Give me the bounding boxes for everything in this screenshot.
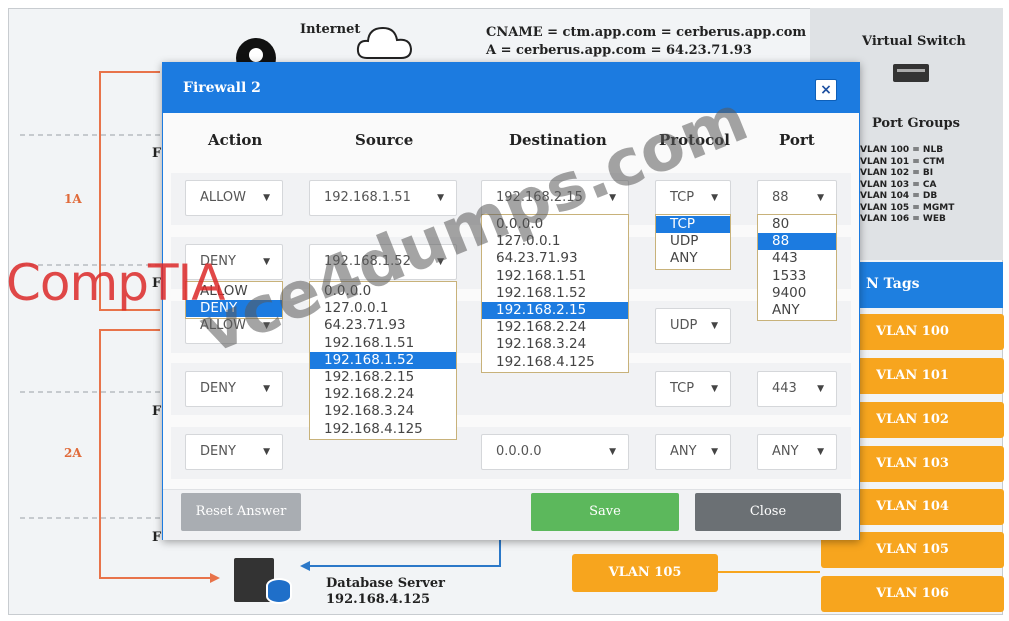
dropdown-option-selected[interactable]: TCP — [656, 216, 730, 234]
select-value: DENY — [200, 444, 236, 459]
firewall-label: F — [152, 404, 162, 419]
dropdown-option[interactable]: 192.168.1.51 — [310, 335, 456, 352]
database-server-label: Database Server 192.168.4.125 — [326, 576, 445, 608]
caret-down-icon: ▼ — [711, 321, 718, 331]
caret-down-icon: ▼ — [263, 447, 270, 457]
port-groups-list: VLAN 100 = NLB VLAN 101 = CTM VLAN 102 =… — [860, 145, 954, 226]
dialog-close-button[interactable]: × — [815, 79, 837, 101]
dialog-header: Firewall 2 × — [163, 63, 859, 113]
port-group-item: VLAN 106 = WEB — [860, 214, 946, 224]
select-value: DENY — [200, 381, 236, 396]
dropdown-option-selected[interactable]: 88 — [758, 233, 836, 251]
protocol-select[interactable]: TCP ▼ — [655, 371, 731, 407]
dialog-title: Firewall 2 — [183, 80, 261, 96]
port-select[interactable]: 88 ▼ — [757, 180, 837, 216]
select-value: UDP — [670, 318, 698, 333]
vlan-tag-assigned[interactable]: VLAN 105 — [572, 554, 718, 592]
firewall-label: F — [152, 530, 162, 545]
caret-down-icon: ▼ — [817, 447, 824, 457]
port-dropdown-list: 80 88 443 1533 9400 ANY — [757, 214, 837, 322]
dropdown-option[interactable]: 192.168.1.52 — [482, 285, 628, 302]
select-value: TCP — [670, 381, 695, 396]
dropdown-option[interactable]: UDP — [656, 233, 730, 250]
dropdown-option[interactable]: 192.168.1.51 — [482, 268, 628, 285]
port-select[interactable]: ANY ▼ — [757, 434, 837, 470]
save-button[interactable]: Save — [531, 493, 679, 531]
select-value: 443 — [772, 381, 797, 396]
virtual-switch-title: Virtual Switch — [862, 34, 966, 49]
dns-records: CNAME = ctm.app.com = cerberus.app.com A… — [486, 24, 806, 60]
caret-down-icon: ▼ — [609, 447, 616, 457]
dropdown-option[interactable]: 192.168.2.24 — [482, 319, 628, 336]
caret-down-icon: ▼ — [711, 447, 718, 457]
dropdown-option[interactable]: 1533 — [758, 268, 836, 285]
port-group-item: VLAN 103 = CA — [860, 179, 937, 190]
port-group-item: VLAN 101 = CTM — [860, 156, 945, 167]
caret-down-icon: ▼ — [711, 384, 718, 394]
dns-a-record: A = cerberus.app.com = 64.23.71.93 — [486, 43, 752, 58]
database-icon — [266, 578, 292, 604]
internet-label: Internet — [300, 22, 361, 37]
port-group-item: VLAN 105 = MGMT — [860, 202, 955, 213]
dropdown-option[interactable]: ANY — [758, 302, 836, 319]
database-server-ip: 192.168.4.125 — [326, 592, 431, 607]
caret-down-icon: ▼ — [263, 384, 270, 394]
caret-down-icon: ▼ — [711, 193, 718, 203]
database-server-name: Database Server — [326, 576, 445, 591]
action-select[interactable]: ALLOW ▼ — [185, 180, 283, 216]
firewall-label: F — [152, 146, 162, 161]
dns-cname: CNAME = ctm.app.com = cerberus.app.com — [486, 25, 807, 40]
dropdown-option[interactable]: ANY — [656, 250, 730, 267]
switch-icon — [893, 64, 929, 82]
dropdown-option[interactable]: 9400 — [758, 285, 836, 302]
reset-answer-button[interactable]: Reset Answer — [181, 493, 301, 531]
dropdown-option[interactable]: 192.168.2.24 — [310, 386, 456, 403]
dropdown-option[interactable]: 192.168.3.24 — [310, 403, 456, 420]
protocol-select[interactable]: ANY ▼ — [655, 434, 731, 470]
protocol-dropdown-list: TCP UDP ANY — [655, 214, 731, 270]
select-value: ALLOW — [200, 190, 247, 205]
port-group-item: VLAN 104 = DB — [860, 191, 938, 201]
select-value: ANY — [670, 444, 697, 459]
cloud-icon — [356, 26, 413, 59]
caret-down-icon: ▼ — [263, 193, 270, 203]
action-select[interactable]: DENY ▼ — [185, 434, 283, 470]
vlan-tags-header: N Tags — [856, 262, 1003, 308]
vlan-tag-106[interactable]: VLAN 106 — [821, 576, 1004, 612]
dropdown-option[interactable]: 192.168.3.24 — [482, 336, 628, 353]
port-groups-title: Port Groups — [872, 116, 960, 131]
port-group-item: VLAN 102 = BI — [860, 168, 934, 178]
dropdown-option[interactable]: 192.168.4.125 — [482, 354, 628, 371]
label-1a: 1A — [64, 192, 82, 206]
column-header-port: Port — [779, 131, 815, 149]
dropdown-option[interactable]: 192.168.2.15 — [310, 369, 456, 386]
caret-down-icon: ▼ — [817, 384, 824, 394]
protocol-select[interactable]: UDP ▼ — [655, 308, 731, 344]
dropdown-option-selected[interactable]: 192.168.1.52 — [310, 351, 456, 369]
action-select[interactable]: DENY ▼ — [185, 371, 283, 407]
dropdown-option[interactable]: 80 — [758, 216, 836, 233]
column-header-action: Action — [208, 131, 263, 149]
dropdown-option[interactable]: 443 — [758, 250, 836, 267]
destination-select[interactable]: 0.0.0.0 ▼ — [481, 434, 629, 470]
select-value: 0.0.0.0 — [496, 444, 542, 459]
caret-down-icon: ▼ — [817, 193, 824, 203]
select-value: 192.168.1.51 — [324, 190, 411, 205]
column-header-source: Source — [355, 131, 414, 149]
select-value: TCP — [670, 190, 695, 205]
close-button[interactable]: Close — [695, 493, 841, 531]
select-value: ANY — [772, 444, 799, 459]
label-2a: 2A — [64, 446, 82, 460]
dropdown-option-selected[interactable]: 192.168.2.15 — [482, 301, 628, 320]
dropdown-option[interactable]: 192.168.4.125 — [310, 421, 456, 438]
port-select[interactable]: 443 ▼ — [757, 371, 837, 407]
select-value: 88 — [772, 190, 789, 205]
port-group-item: VLAN 100 = NLB — [860, 145, 944, 155]
